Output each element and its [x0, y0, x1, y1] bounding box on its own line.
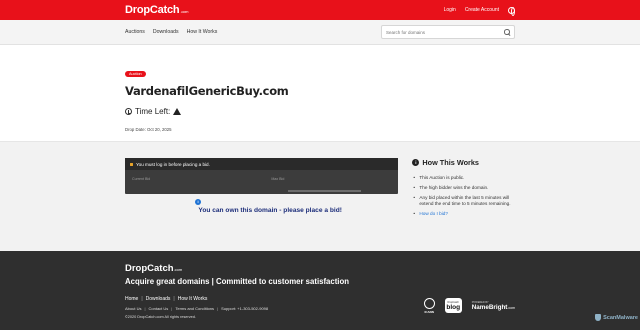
info-icon: i [195, 199, 201, 205]
copyright: ©2020 DropCatch.com All rights reserved. [125, 315, 196, 319]
footer-link-home[interactable]: Home [125, 296, 138, 302]
footer-brand-suffix: .com [173, 267, 183, 272]
auction-badge: Auction [125, 71, 146, 77]
drop-date: Drop Date: Oct 20, 2025 [125, 127, 172, 132]
namebright-logo[interactable]: POWERED BY NameBright.com [472, 301, 515, 311]
search-icon[interactable] [504, 29, 510, 35]
login-message: You must log in before placing a bid. [136, 161, 210, 167]
brand-suffix: .com [180, 9, 189, 14]
login-link[interactable]: Login [444, 7, 456, 13]
list-item: Any bid placed within the last 5 minutes… [412, 195, 515, 207]
nav-downloads[interactable]: Downloads [153, 29, 179, 35]
partner-logos: ICANN DropCatch blog POWERED BY NameBrig… [423, 297, 515, 314]
footer-tagline: Acquire great domains | Committed to cus… [125, 277, 350, 286]
namebright-suffix: .com [507, 305, 515, 310]
top-links: Login Create Account [444, 6, 515, 16]
icann-icon [423, 298, 435, 309]
namebright-text: NameBright [471, 303, 508, 311]
icann-text: ICANN [424, 310, 434, 314]
time-left: Time Left: [125, 107, 515, 116]
brand-logo[interactable]: DropCatch.com [125, 4, 189, 16]
nav-how-it-works[interactable]: How It Works [187, 29, 218, 35]
footer-link-contact[interactable]: Contact Us [149, 306, 169, 311]
own-domain-message: You can own this domain - please place a… [198, 207, 342, 214]
scanmalware-watermark: ScanMalware [595, 314, 638, 321]
footer-link-downloads[interactable]: Downloads [146, 296, 171, 302]
icann-logo[interactable]: ICANN [423, 297, 435, 314]
footer: DropCatch.com Acquire great domains | Co… [0, 251, 640, 330]
footer-brand-name: DropCatch [125, 263, 174, 274]
blog-text: blog [446, 303, 461, 311]
blog-logo[interactable]: DropCatch blog [444, 298, 462, 313]
footer-link-about[interactable]: About Us [125, 306, 141, 311]
globe-icon[interactable] [508, 6, 515, 16]
how-it-works-list: This Auction is public. The high bidder … [412, 175, 515, 217]
main-nav: Auctions Downloads How It Works [0, 20, 640, 45]
footer-support-phone: Support: +1-303-502-9098 [221, 306, 269, 311]
alarm-clock-icon [125, 108, 132, 115]
bid-box: You must log in before placing a bid. Cu… [125, 158, 399, 194]
search-box [381, 25, 515, 39]
auction-section: You must log in before placing a bid. Cu… [0, 141, 640, 251]
footer-link-terms[interactable]: Terms and Conditions [175, 306, 214, 311]
how-do-i-bid-link[interactable]: How do I bid? [419, 211, 448, 216]
current-bid-label: Current Bid [132, 177, 151, 181]
footer-link-how-it-works[interactable]: How It Works [178, 296, 208, 302]
nav-auctions[interactable]: Auctions [125, 29, 145, 35]
shield-icon [595, 314, 602, 321]
top-bar: DropCatch.com Login Create Account [0, 0, 640, 20]
create-account-link[interactable]: Create Account [465, 7, 499, 13]
bid-panel: You must log in before placing a bid. Cu… [125, 158, 399, 251]
warning-icon [173, 108, 182, 115]
list-item: This Auction is public. [412, 175, 515, 181]
how-it-works-heading: i How This Works [412, 158, 515, 167]
search-input[interactable] [386, 29, 504, 35]
watermark-text: ScanMalware [603, 314, 638, 321]
max-bid-label: Max Bid [271, 177, 285, 181]
max-bid-field[interactable] [288, 190, 361, 192]
bid-login-notice: You must log in before placing a bid. [125, 158, 399, 170]
info-circle-icon: i [412, 159, 420, 166]
domain-title: VardenafilGenericBuy.com [125, 84, 289, 98]
time-left-label: Time Left: [135, 107, 171, 116]
how-it-works-title: How This Works [422, 158, 479, 167]
how-it-works-panel: i How This Works This Auction is public.… [412, 158, 515, 251]
footer-logo[interactable]: DropCatch.com [125, 263, 515, 274]
lock-icon [130, 162, 133, 166]
list-item: The high bidder wins the domain. [412, 185, 515, 191]
brand-name: DropCatch [125, 4, 180, 16]
list-item: How do I bid? [412, 211, 515, 217]
domain-detail: Auction VardenafilGenericBuy.com Time Le… [0, 45, 640, 141]
